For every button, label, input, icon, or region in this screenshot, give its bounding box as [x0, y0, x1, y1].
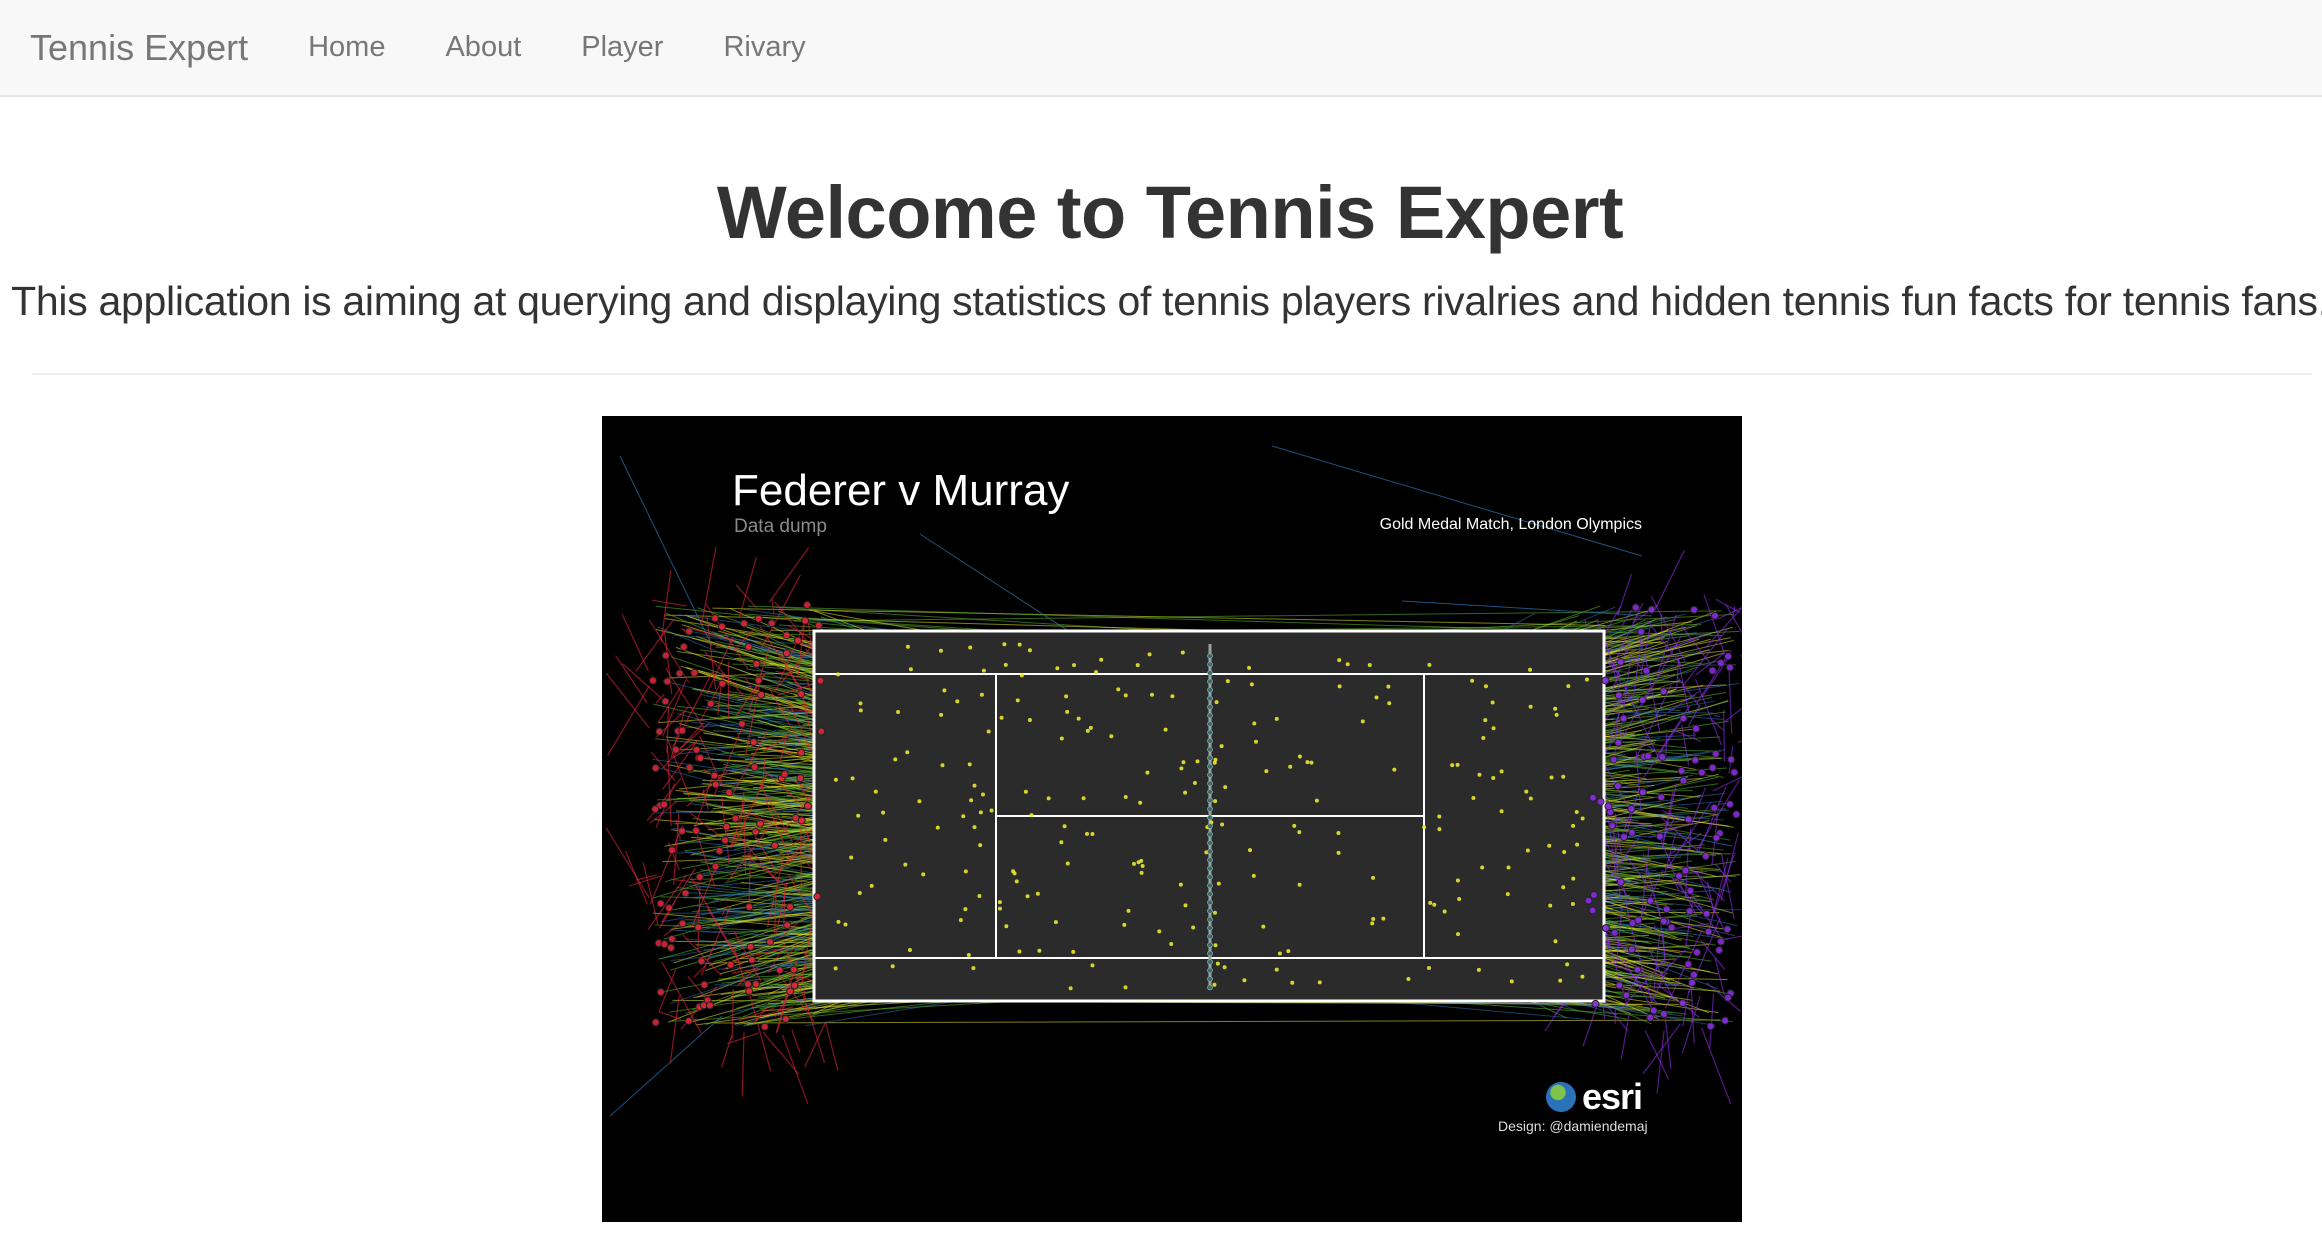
nav-player[interactable]: Player	[581, 31, 663, 64]
navbar: Tennis Expert Home About Player Rivary	[0, 0, 2322, 97]
design-credit: Design: @damiendemaj	[1498, 1118, 1648, 1134]
page-title: Welcome to Tennis Expert	[716, 171, 1624, 254]
figure-title: Federer v Murray	[732, 466, 1070, 515]
figure-caption: Gold Medal Match, London Olympics	[1379, 516, 1642, 533]
nav-rivary[interactable]: Rivary	[723, 31, 805, 64]
brand-link[interactable]: Tennis Expert	[30, 27, 248, 69]
nav-about[interactable]: About	[445, 31, 521, 64]
esri-logo: esri	[1546, 1076, 1643, 1118]
lead-text: This application is aiming at querying a…	[11, 278, 2322, 324]
nav-home[interactable]: Home	[308, 31, 385, 64]
divider	[32, 373, 2312, 375]
figure-subtitle: Data dump	[734, 516, 827, 537]
esri-logo-text: esri	[1582, 1076, 1643, 1117]
rivalry-visualization-image: Federer v Murray Data dump Gold Medal Ma…	[602, 416, 1742, 1222]
globe-icon	[1546, 1082, 1576, 1112]
